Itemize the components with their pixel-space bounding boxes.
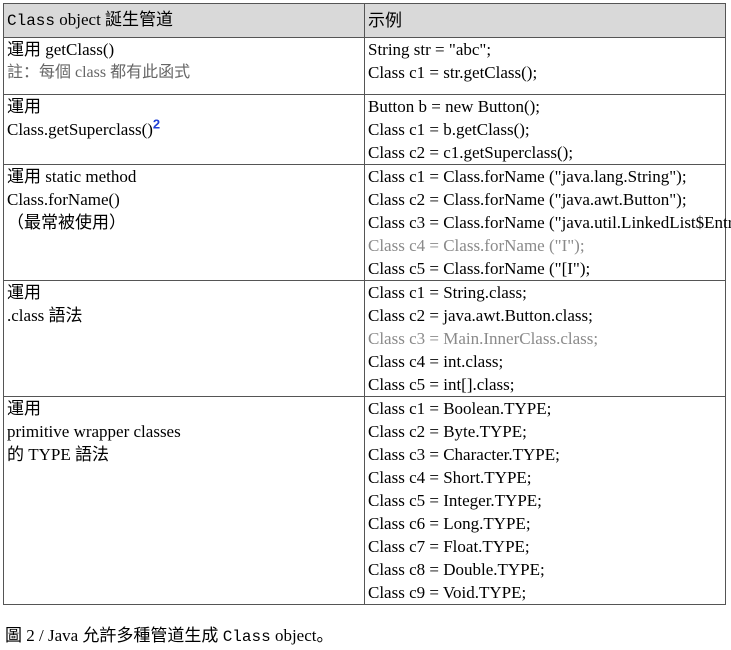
header-example: 示例	[364, 3, 726, 38]
method-line-text: Class.getSuperclass()	[7, 120, 153, 139]
code-line: Class c4 = Short.TYPE;	[368, 468, 532, 487]
code-line: Class c1 = str.getClass();	[368, 63, 538, 82]
method-line: Class.getSuperclass()2	[7, 116, 362, 141]
method-line: 的 TYPE 語法	[7, 443, 362, 466]
example-code-cell: Class c1 = String.class; Class c2 = java.…	[364, 280, 726, 397]
method-line: 運用	[7, 281, 362, 304]
code-line: Class c5 = Class.forName ("[I");	[368, 259, 591, 278]
code-line: Class c3 = Main.InnerClass.class;	[368, 329, 599, 348]
method-line: 運用 static method	[7, 165, 362, 188]
caption-suffix: object。	[270, 626, 334, 645]
method-line-text: （最常被使用）	[7, 213, 126, 232]
example-code-cell: Class c1 = Boolean.TYPE; Class c2 = Byte.…	[364, 396, 726, 605]
code-line: Class c6 = Long.TYPE;	[368, 514, 531, 533]
method-line-text: primitive wrapper classes	[7, 422, 181, 441]
method-line-text: 運用	[7, 283, 41, 302]
code-line: String str = "abc";	[368, 40, 492, 59]
figure-caption: 圖 2 / Java 允許多種管道生成 Class object。	[5, 623, 334, 650]
code-line: Button b = new Button();	[368, 97, 541, 116]
code-line: Class c4 = int.class;	[368, 352, 504, 371]
creation-method-cell: 運用 primitive wrapper classes 的 TYPE 語法	[3, 396, 365, 605]
method-line: （最常被使用）	[7, 211, 362, 234]
header-class-keyword: Class	[7, 12, 56, 30]
code-line: Class c1 = Class.forName ("java.lang.Str…	[368, 167, 687, 186]
method-line-text: .class 語法	[7, 306, 83, 325]
code-line: Class c1 = Boolean.TYPE;	[368, 399, 552, 418]
method-line-text: Class.forName()	[7, 190, 120, 209]
method-line: .class 語法	[7, 304, 362, 327]
creation-method-cell: 運用 static method Class.forName() （最常被使用）	[3, 164, 365, 281]
table-row: 運用 getClass() 註：每個 class 都有此函式 String str …	[3, 37, 726, 95]
caption-prefix: 圖 2 / Java 允許多種管道生成	[5, 626, 223, 645]
code-line: Class c2 = c1.getSuperclass();	[368, 143, 574, 162]
code-line: Class c8 = Double.TYPE;	[368, 560, 545, 579]
class-creation-table: Class object 誕生管道 示例 運用 getClass() 註：每個 c…	[3, 3, 731, 605]
code-line: Class c1 = b.getClass();	[368, 120, 530, 139]
example-code-cell: Button b = new Button(); Class c1 = b.get…	[364, 94, 726, 165]
table-row: 運用 static method Class.forName() （最常被使用） Cl…	[3, 164, 731, 281]
table-row: 運用 Class.getSuperclass()2 Button b = new B…	[3, 94, 726, 165]
method-line: primitive wrapper classes	[7, 420, 362, 443]
footnote-marker: 2	[152, 116, 161, 132]
creation-method-cell: 運用 Class.getSuperclass()2	[3, 94, 365, 165]
code-line: Class c4 = Class.forName ("I");	[368, 236, 585, 255]
table-row: 運用 primitive wrapper classes 的 TYPE 語法 Clas…	[3, 396, 726, 605]
table-body: 運用 getClass() 註：每個 class 都有此函式 String str …	[3, 37, 731, 605]
table-header-row: Class object 誕生管道 示例	[3, 3, 726, 38]
code-line: Class c7 = Float.TYPE;	[368, 537, 530, 556]
code-line: Class c2 = Byte.TYPE;	[368, 422, 527, 441]
creation-method-cell: 運用 getClass() 註：每個 class 都有此函式	[3, 37, 365, 95]
method-line: Class.forName()	[7, 188, 362, 211]
creation-method-cell: 運用 .class 語法	[3, 280, 365, 397]
method-line-text: 運用 getClass()	[7, 40, 115, 59]
code-line: Class c2 = java.awt.Button.class;	[368, 306, 593, 325]
code-line: Class c3 = Class.forName ("java.util.Lin…	[368, 213, 731, 232]
header-creation-method-label: object 誕生管道	[55, 10, 174, 29]
code-line: Class c5 = int[].class;	[368, 375, 515, 394]
method-line-text: 的 TYPE 語法	[7, 445, 109, 464]
method-line-text: 運用	[7, 399, 41, 418]
method-line: 運用 getClass()	[7, 38, 362, 61]
example-code-cell: Class c1 = Class.forName ("java.lang.Str…	[364, 164, 731, 281]
code-line: Class c1 = String.class;	[368, 283, 527, 302]
method-line: 運用	[7, 95, 362, 118]
code-line: Class c9 = Void.TYPE;	[368, 583, 527, 602]
code-line: Class c2 = Class.forName ("java.awt.Butt…	[368, 190, 687, 209]
method-line: 運用	[7, 397, 362, 420]
header-creation-method: Class object 誕生管道	[3, 3, 365, 38]
code-line: Class c3 = Character.TYPE;	[368, 445, 560, 464]
method-line-text: 運用	[7, 97, 41, 116]
caption-class-keyword: Class	[222, 628, 271, 646]
code-line: Class c5 = Integer.TYPE;	[368, 491, 542, 510]
method-line-text: 運用 static method	[7, 167, 137, 186]
example-code-cell: String str = "abc"; Class c1 = str.getCla…	[364, 37, 726, 95]
method-note: 註：每個 class 都有此函式	[7, 64, 191, 81]
table-row: 運用 .class 語法 Class c1 = String.class; Class…	[3, 280, 726, 397]
